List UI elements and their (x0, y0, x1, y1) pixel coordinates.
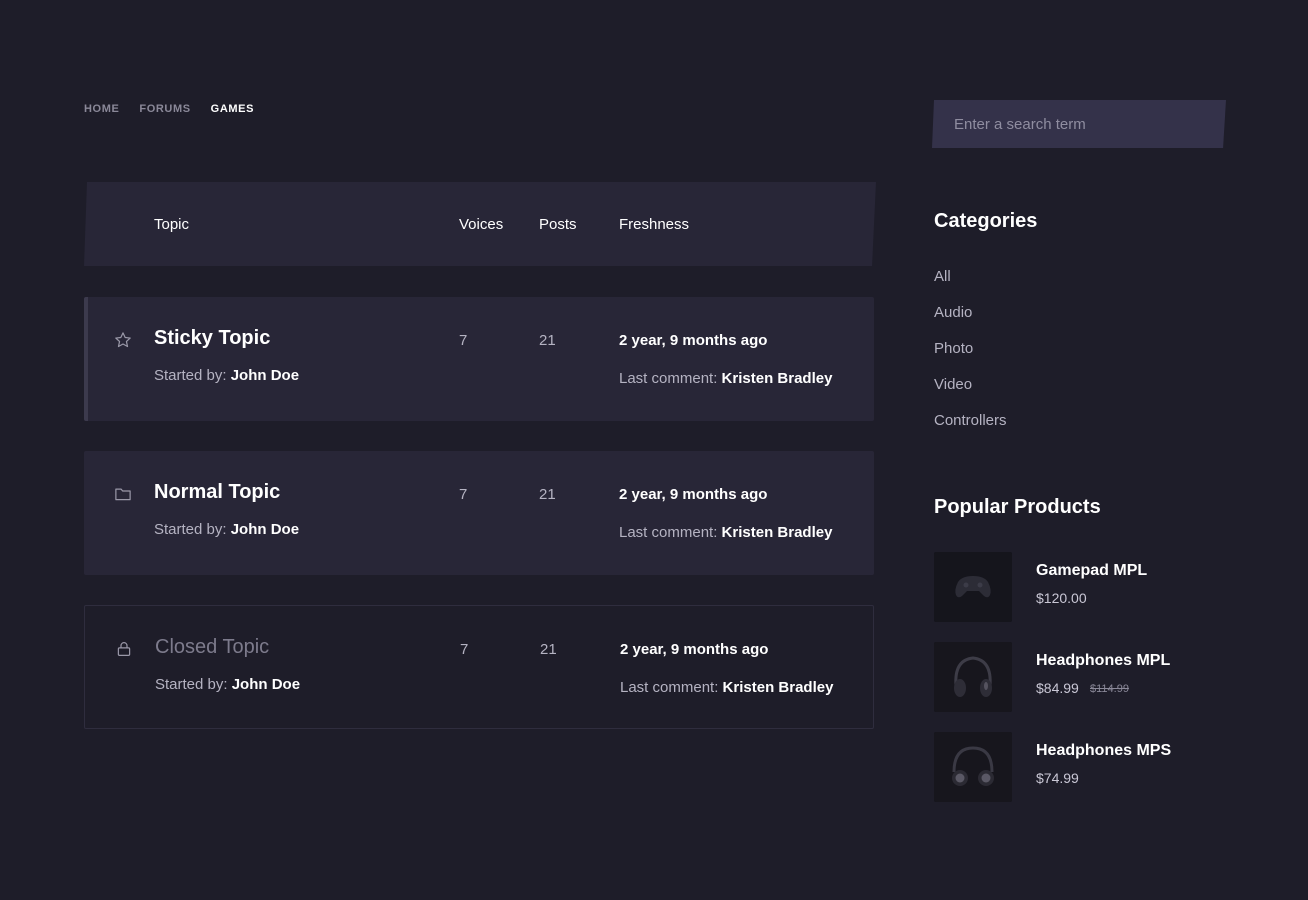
product-item[interactable]: Headphones MPL $84.99 $114.99 (934, 642, 1234, 720)
topic-last-comment: Last comment: Kristen Bradley (620, 679, 833, 696)
breadcrumb: HOME FORUMS GAMES (84, 103, 254, 115)
popular-products-title: Popular Products (934, 496, 1101, 518)
topic-posts-count: 21 (540, 641, 557, 658)
category-link-video[interactable]: Video (934, 376, 1007, 412)
last-comment-label: Last comment: (619, 524, 718, 541)
last-comment-author-link[interactable]: Kristen Bradley (723, 679, 834, 696)
topic-freshness-link[interactable]: 2 year, 9 months ago (619, 486, 767, 503)
topic-posts-count: 21 (539, 332, 556, 349)
categories-title: Categories (934, 210, 1038, 232)
breadcrumb-home-link[interactable]: HOME (84, 103, 119, 115)
product-price: $120.00 (1036, 590, 1087, 606)
search-box (932, 100, 1226, 148)
topic-voices-count: 7 (459, 486, 468, 503)
topic-author-link[interactable]: John Doe (231, 521, 299, 538)
breadcrumb-current: GAMES (210, 103, 255, 115)
started-by-label: Started by: (154, 521, 227, 538)
gamepad-image[interactable] (934, 552, 1012, 622)
column-header-voices: Voices (459, 216, 504, 233)
star-icon (114, 331, 132, 349)
topic-row: Closed Topic Started by: John Doe 7 21 2… (84, 605, 874, 729)
topic-row: Sticky Topic Started by: John Doe 7 21 2… (84, 297, 874, 421)
last-comment-author-link[interactable]: Kristen Bradley (722, 524, 833, 541)
product-old-price: $114.99 (1090, 683, 1129, 695)
topic-title-link[interactable]: Closed Topic (155, 636, 269, 659)
topic-starter: Started by: John Doe (154, 367, 299, 384)
product-item[interactable]: Headphones MPS $74.99 (934, 732, 1234, 810)
started-by-label: Started by: (154, 367, 227, 384)
last-comment-author-link[interactable]: Kristen Bradley (722, 370, 833, 387)
category-link-audio[interactable]: Audio (934, 304, 1007, 340)
product-name-link[interactable]: Headphones MPS (1036, 742, 1171, 760)
column-header-freshness: Freshness (619, 216, 690, 233)
topic-last-comment: Last comment: Kristen Bradley (619, 370, 832, 387)
headphones-image[interactable] (934, 642, 1012, 712)
topic-author-link[interactable]: John Doe (231, 367, 299, 384)
topic-title-link[interactable]: Sticky Topic (154, 327, 270, 350)
topic-voices-count: 7 (460, 641, 469, 658)
topic-title-link[interactable]: Normal Topic (154, 481, 280, 504)
topic-voices-count: 7 (459, 332, 468, 349)
topic-freshness-link[interactable]: 2 year, 9 months ago (619, 332, 767, 349)
topic-freshness-link[interactable]: 2 year, 9 months ago (620, 641, 768, 658)
started-by-label: Started by: (155, 676, 228, 693)
lock-icon (115, 640, 133, 658)
topic-row: Normal Topic Started by: John Doe 7 21 2… (84, 451, 874, 575)
breadcrumb-forums-link[interactable]: FORUMS (139, 103, 190, 115)
product-item[interactable]: Gamepad MPL $120.00 (934, 552, 1234, 630)
topic-last-comment: Last comment: Kristen Bradley (619, 524, 832, 541)
topic-author-link[interactable]: John Doe (232, 676, 300, 693)
last-comment-label: Last comment: (619, 370, 718, 387)
topic-starter: Started by: John Doe (155, 676, 300, 693)
category-link-controllers[interactable]: Controllers (934, 412, 1007, 448)
column-header-posts: Posts (539, 216, 577, 233)
product-name-link[interactable]: Gamepad MPL (1036, 562, 1147, 580)
product-price: $74.99 (1036, 770, 1079, 786)
category-link-all[interactable]: All (934, 268, 1007, 304)
product-name-link[interactable]: Headphones MPL (1036, 652, 1170, 670)
category-link-photo[interactable]: Photo (934, 340, 1007, 376)
product-price: $84.99 (1036, 680, 1079, 696)
categories-list: All Audio Photo Video Controllers (934, 268, 1007, 448)
topic-posts-count: 21 (539, 486, 556, 503)
forum-table-header: Topic Voices Posts Freshness (84, 182, 876, 266)
last-comment-label: Last comment: (620, 679, 719, 696)
search-input[interactable] (932, 100, 1226, 148)
column-header-topic: Topic (154, 216, 190, 233)
headphones-image[interactable] (934, 732, 1012, 802)
topic-starter: Started by: John Doe (154, 521, 299, 538)
folder-icon (114, 485, 132, 503)
